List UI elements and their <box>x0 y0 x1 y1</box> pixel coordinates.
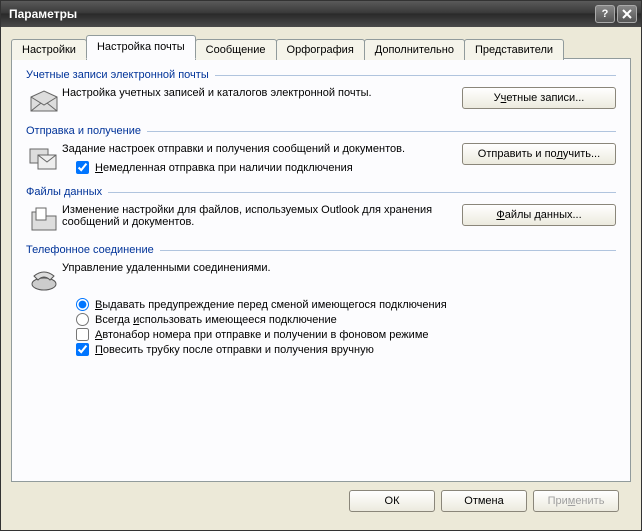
tab-settings[interactable]: Настройки <box>11 39 87 60</box>
group-datafiles-header: Файлы данных <box>26 186 616 198</box>
group-accounts-header: Учетные записи электронной почты <box>26 69 616 81</box>
email-accounts-button[interactable]: Учетные записи... <box>462 87 616 109</box>
group-dialup-header: Телефонное соединение <box>26 244 616 256</box>
window-title: Параметры <box>9 7 593 21</box>
radio-always-use[interactable]: Всегда использовать имеющееся подключени… <box>76 313 616 326</box>
send-receive-icon <box>26 143 62 173</box>
group-dialup: Телефонное соединение Управление удаленн… <box>26 244 616 356</box>
datafiles-desc: Изменение настройки для файлов, использу… <box>62 204 454 228</box>
data-files-button[interactable]: Файлы данных... <box>462 204 616 226</box>
footer-buttons: ОК Отмена Применить <box>11 482 631 522</box>
group-sendrecv-header: Отправка и получение <box>26 125 616 137</box>
group-datafiles: Файлы данных Изменение настройки для фай… <box>26 186 616 234</box>
data-files-icon <box>26 204 62 234</box>
apply-button[interactable]: Применить <box>533 490 619 512</box>
group-sendrecv: Отправка и получение Задание настроек от… <box>26 125 616 176</box>
envelope-icon <box>26 87 62 115</box>
sendrecv-desc: Задание настроек отправки и получения со… <box>62 143 454 155</box>
group-accounts: Учетные записи электронной почты Настрой… <box>26 69 616 115</box>
accounts-desc: Настройка учетных записей и каталогов эл… <box>62 87 454 99</box>
send-receive-button[interactable]: Отправить и получить... <box>462 143 616 165</box>
close-icon <box>622 9 632 19</box>
content-area: Настройки Настройка почты Сообщение Орфо… <box>1 27 641 530</box>
close-button[interactable] <box>617 5 637 23</box>
tab-mail-setup[interactable]: Настройка почты <box>86 35 196 59</box>
titlebar: Параметры ? <box>1 1 641 27</box>
dialup-options: Выдавать предупреждение перед сменой име… <box>76 298 616 356</box>
tab-message[interactable]: Сообщение <box>195 39 277 60</box>
tab-delegates[interactable]: Представители <box>464 39 564 60</box>
dialup-desc: Управление удаленными соединениями. <box>62 262 454 274</box>
options-dialog: Параметры ? Настройки Настройка почты Со… <box>0 0 642 531</box>
tab-advanced[interactable]: Дополнительно <box>364 39 465 60</box>
check-autodial[interactable]: Автонабор номера при отправке и получени… <box>76 328 616 341</box>
radio-warn-switch[interactable]: Выдавать предупреждение перед сменой име… <box>76 298 616 311</box>
help-button[interactable]: ? <box>595 5 615 23</box>
cancel-button[interactable]: Отмена <box>441 490 527 512</box>
check-hangup[interactable]: Повесить трубку после отправки и получен… <box>76 343 616 356</box>
phone-icon <box>26 262 62 292</box>
immediate-send-checkbox[interactable]: Немедленная отправка при наличии подключ… <box>76 161 454 174</box>
tab-strip: Настройки Настройка почты Сообщение Орфо… <box>11 35 631 59</box>
tab-panel: Учетные записи электронной почты Настрой… <box>11 58 631 482</box>
tab-spelling[interactable]: Орфография <box>276 39 365 60</box>
ok-button[interactable]: ОК <box>349 490 435 512</box>
